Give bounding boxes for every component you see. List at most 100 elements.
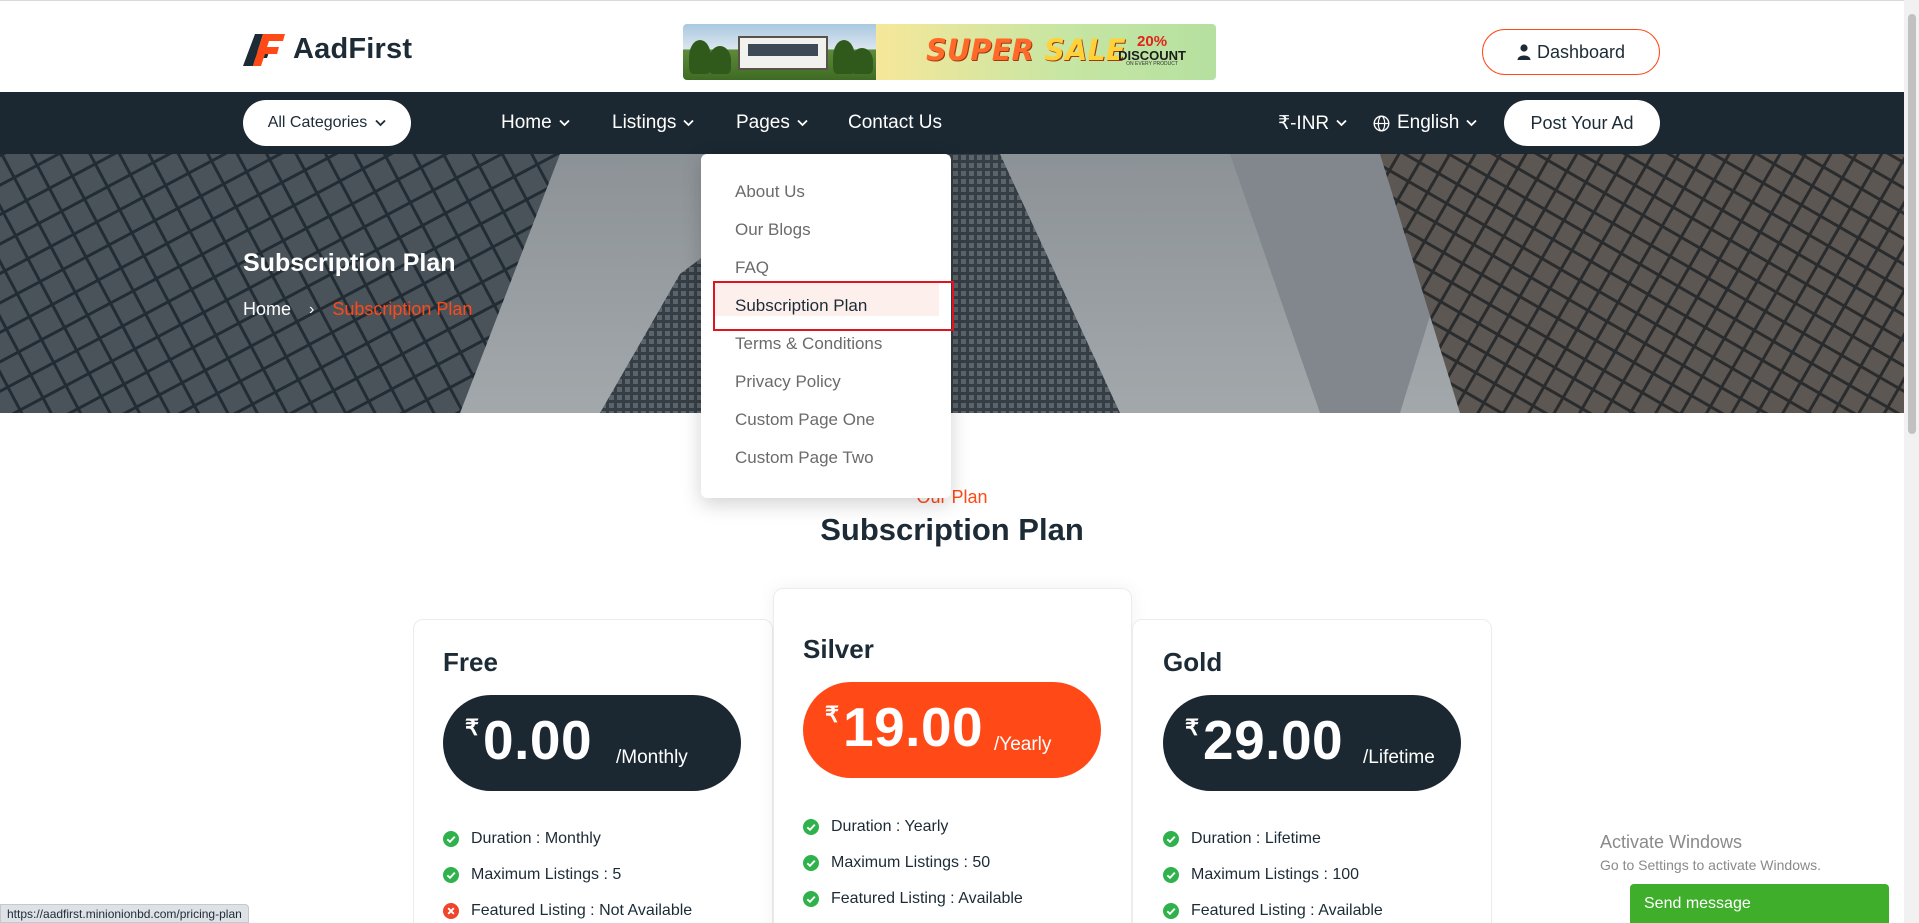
nav-pages-label: Pages [736,112,790,133]
all-categories-button[interactable]: All Categories [243,100,411,146]
check-circle-icon [443,867,459,883]
currency-symbol: ₹ [1185,715,1199,740]
dropdown-item-terms[interactable]: Terms & Conditions [735,334,882,354]
feature-item: Duration : Lifetime [1163,830,1321,848]
feature-text: Duration : Yearly [831,818,949,835]
nav-listings[interactable]: Listings [612,110,695,136]
sale-banner[interactable]: SUPER SALE 20% DISCOUNT ON EVERY PRODUCT [683,24,1216,80]
nav-listings-label: Listings [612,112,677,133]
nav-pages[interactable]: Pages [736,110,808,136]
nav-home-label: Home [501,112,552,133]
feature-item: Maximum Listings : 5 [443,866,621,884]
currency-selector[interactable]: ₹-INR [1278,110,1347,136]
currency-symbol: ₹ [465,715,479,740]
price-amount: 19.00 [843,696,984,758]
send-message-chat-button[interactable]: Send message [1630,884,1889,923]
send-message-label: Send message [1644,894,1751,912]
banner-discount: 20% DISCOUNT ON EVERY PRODUCT [1118,33,1186,67]
globe-icon [1373,114,1390,132]
dropdown-item-privacy-policy[interactable]: Privacy Policy [735,372,841,392]
browser-top-line [0,0,1919,5]
check-circle-icon [443,831,459,847]
chevron-down-icon [683,119,695,127]
check-circle-icon [1163,867,1179,883]
dropdown-item-custom-page-one[interactable]: Custom Page One [735,410,875,430]
feature-text: Featured Listing : Available [831,890,1023,907]
nav-contact-us[interactable]: Contact Us [848,110,942,136]
all-categories-label: All Categories [267,114,368,131]
plan-name: Silver [803,634,874,664]
feature-item: Featured Listing : Available [803,890,1023,908]
chevron-down-icon [559,119,570,127]
dropdown-item-faq[interactable]: FAQ [735,258,769,278]
banner-sale-panel: SUPER SALE 20% DISCOUNT ON EVERY PRODUCT [876,24,1216,80]
feature-text: Duration : Monthly [471,830,601,847]
price-pill: ₹ 29.00 /Lifetime [1163,695,1461,791]
logo-icon [243,33,285,66]
price-amount: 0.00 [483,709,593,771]
price-amount: 29.00 [1203,709,1344,771]
chevron-down-icon [797,119,808,127]
x-circle-icon [443,903,459,919]
dropdown-item-about-us[interactable]: About Us [735,182,805,202]
nav-contact-label: Contact Us [848,112,942,133]
hero-title: Subscription Plan [243,249,456,277]
feature-text: Duration : Lifetime [1191,830,1321,847]
plan-card-gold: Gold ₹ 29.00 /Lifetime Duration : Lifeti… [1132,619,1492,923]
breadcrumb-separator-icon: › [309,300,315,318]
check-circle-icon [803,819,819,835]
chevron-down-icon [375,119,386,127]
site-logo[interactable]: AadFirst [243,33,412,66]
browser-status-url: https://aadfirst.minionionbd.com/pricing… [0,904,249,923]
watermark-title: Activate Windows [1600,832,1743,852]
price-pill: ₹ 19.00 /Yearly [803,682,1101,778]
plan-name: Gold [1163,647,1223,677]
breadcrumb-current: Subscription Plan [332,299,473,319]
feature-item: Maximum Listings : 50 [803,854,990,872]
plan-name: Free [443,647,498,677]
plan-card-free: Free ₹ 0.00 /Monthly Duration : Monthly … [413,619,773,923]
post-ad-label: Post Your Ad [1530,112,1634,133]
language-selector[interactable]: English [1373,110,1477,136]
chevron-down-icon [1466,119,1477,127]
price-period: /Lifetime [1363,747,1435,768]
feature-text: Featured Listing : Available [1191,902,1383,919]
feature-text: Maximum Listings : 5 [471,866,622,883]
section-subtitle: Our Plan [916,487,988,507]
currency-symbol: ₹ [825,702,839,727]
currency-label: ₹-INR [1278,112,1330,134]
windows-activation-watermark: Activate Windows Go to Settings to activ… [1600,832,1821,873]
language-label: English [1397,112,1460,133]
check-circle-icon [803,891,819,907]
post-your-ad-button[interactable]: Post Your Ad [1504,100,1660,146]
highlight-annotation-box [713,281,954,331]
dropdown-item-custom-page-two[interactable]: Custom Page Two [735,448,874,468]
feature-item: Maximum Listings : 100 [1163,866,1359,884]
feature-text: Maximum Listings : 100 [1191,866,1360,883]
check-circle-icon [1163,903,1179,919]
feature-item: Duration : Monthly [443,830,601,848]
check-circle-icon [803,855,819,871]
user-icon [1517,44,1531,60]
dashboard-label: Dashboard [1536,41,1626,62]
feature-text: Maximum Listings : 50 [831,854,991,871]
page: AadFirst SUPER SALE 20% DISCOUNT ON EVER… [0,0,1919,923]
dropdown-item-our-blogs[interactable]: Our Blogs [735,220,811,240]
feature-item: Featured Listing : Not Available [443,902,692,920]
price-pill: ₹ 0.00 /Monthly [443,695,741,791]
price-period: /Monthly [616,747,688,768]
section-title: Subscription Plan [820,512,1084,547]
chevron-down-icon [1336,119,1347,127]
check-circle-icon [1163,831,1179,847]
brand-name: AadFirst [293,33,413,65]
feature-item: Duration : Yearly [803,818,948,836]
watermark-subtitle: Go to Settings to activate Windows. [1600,857,1821,873]
dashboard-button[interactable]: Dashboard [1482,29,1660,75]
feature-item: Featured Listing : Available [1163,902,1383,920]
breadcrumb-home[interactable]: Home [243,299,291,320]
breadcrumb: Home › Subscription Plan [243,299,472,320]
scrollbar-thumb[interactable] [1908,14,1916,434]
plan-card-silver: Silver ₹ 19.00 /Yearly Duration : Yearly… [773,588,1132,923]
banner-sale-text: SUPER SALE [926,33,1126,67]
nav-home[interactable]: Home [501,110,570,136]
